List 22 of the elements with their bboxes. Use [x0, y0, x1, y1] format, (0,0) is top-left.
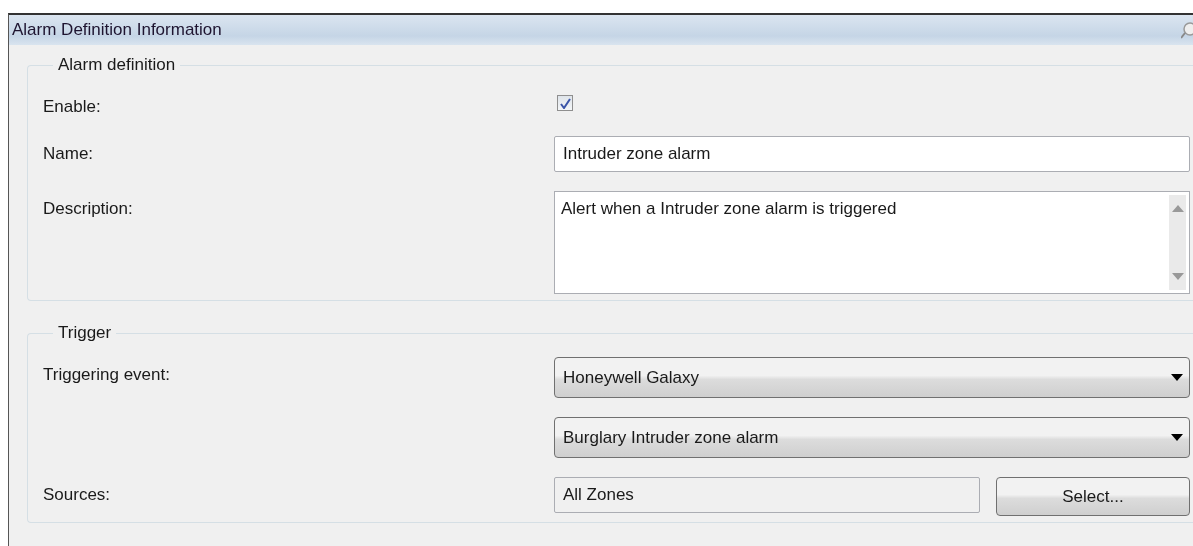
field-label: Triggering event:	[43, 364, 171, 385]
text-area[interactable]: Alert when a Intruder zone alarm is triggered	[554, 191, 1190, 294]
dropdown[interactable]: Honeywell Galaxy	[554, 357, 1190, 398]
field-label: Enable:	[43, 96, 102, 117]
search-icon[interactable]	[1181, 21, 1193, 39]
scroll-down-icon	[1171, 273, 1184, 280]
dropdown-arrow-icon	[1171, 374, 1183, 381]
group-title: Trigger	[57, 323, 113, 343]
field-label: Sources:	[43, 484, 112, 505]
sources-field: All Zones	[554, 477, 980, 513]
scroll-up-icon	[1171, 205, 1184, 212]
checkmark-icon	[559, 97, 571, 109]
dropdown[interactable]: Burglary Intruder zone alarm	[554, 417, 1190, 458]
field-label: Name:	[43, 143, 95, 164]
group-title: Alarm definition	[57, 55, 177, 75]
field-label: Description:	[43, 198, 134, 219]
enable-checkbox[interactable]	[557, 95, 573, 111]
dropdown-arrow-icon	[1171, 434, 1183, 441]
window-title: Alarm Definition Information	[12, 20, 222, 40]
scrollbar[interactable]	[1169, 195, 1186, 290]
select-button[interactable]: Select...	[996, 477, 1190, 516]
text-field[interactable]: Intruder zone alarm	[554, 136, 1190, 172]
